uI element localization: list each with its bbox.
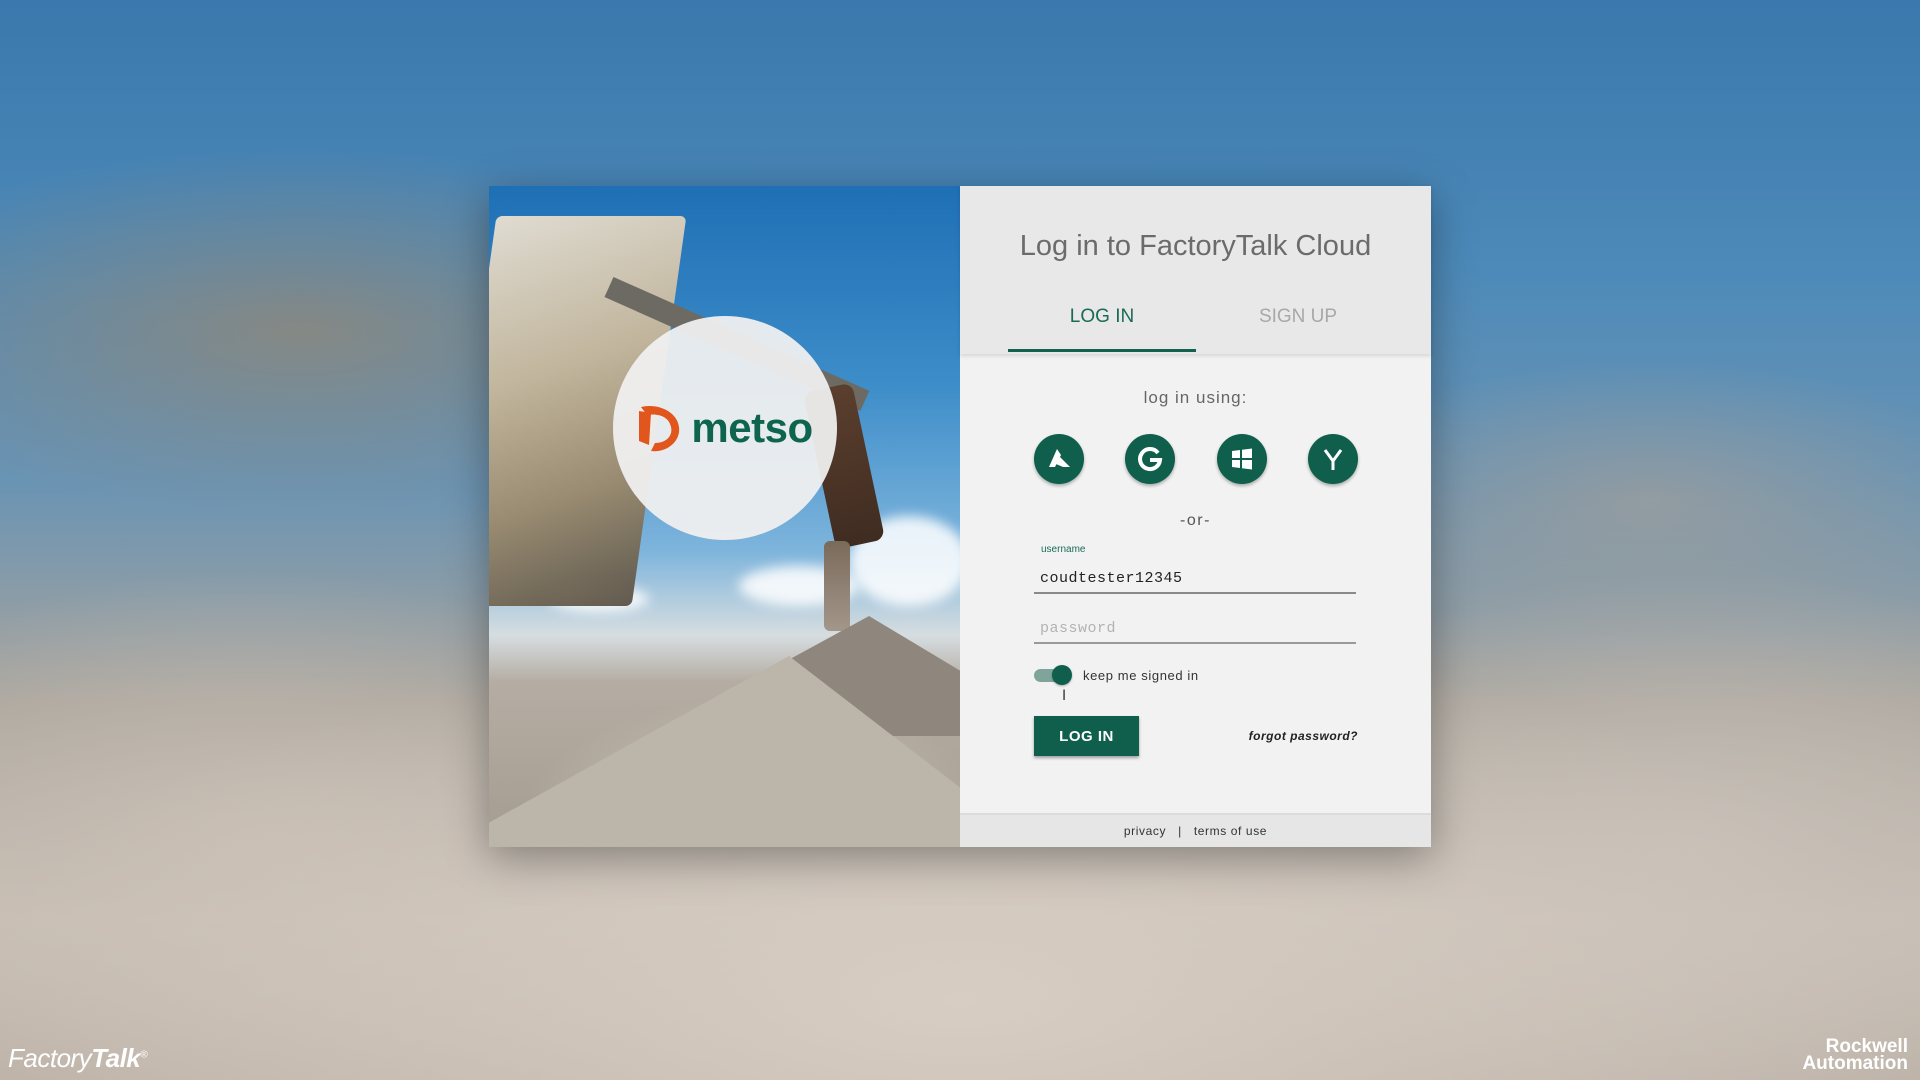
windows-login-button[interactable]: [1217, 434, 1267, 484]
metso-logo-text: metso: [691, 404, 813, 451]
google-icon: [1138, 447, 1163, 472]
or-divider: -or-: [1180, 512, 1211, 529]
footer-separator: |: [1178, 824, 1182, 838]
page-title: Log in to FactoryTalk Cloud: [1019, 230, 1372, 262]
privacy-link[interactable]: privacy: [1124, 824, 1166, 838]
password-field-group: [1034, 608, 1356, 650]
metso-logo: metso: [613, 316, 837, 540]
yammer-icon: [1323, 449, 1343, 470]
brand-automation: Automation: [1802, 1053, 1908, 1074]
username-field-group: username: [1034, 544, 1356, 596]
terms-of-use-link[interactable]: terms of use: [1194, 824, 1267, 838]
yammer-login-button[interactable]: [1308, 434, 1358, 484]
password-input[interactable]: [1034, 614, 1356, 644]
footer: privacy | terms of use: [960, 813, 1431, 847]
brand-registered: ®: [140, 1049, 148, 1061]
username-label: username: [1041, 544, 1086, 555]
login-using-label: log in using:: [1143, 388, 1248, 407]
tab-sign-up[interactable]: SIGN UP: [1204, 306, 1392, 328]
login-dialog: metso Log in to FactoryTalk Cloud LOG IN…: [489, 186, 1431, 847]
gravel-pile-front: [489, 656, 960, 847]
factorytalk-brand: FactoryTalk®: [8, 1043, 148, 1074]
keep-signed-in-label: keep me signed in: [1083, 668, 1199, 683]
active-tab-indicator: [1008, 349, 1196, 352]
panel-header: Log in to FactoryTalk Cloud LOG IN SIGN …: [960, 186, 1431, 354]
metso-logo-icon: [639, 405, 680, 452]
brand-factory: Factory: [8, 1043, 92, 1073]
rockwell-automation-brand: Rockwell Automation: [1802, 1037, 1908, 1074]
log-in-button[interactable]: LOG IN: [1034, 716, 1139, 756]
toggle-knob: [1052, 665, 1072, 685]
google-login-button[interactable]: [1125, 434, 1175, 484]
keep-signed-in-toggle[interactable]: [1034, 665, 1072, 685]
azure-login-button[interactable]: [1034, 434, 1084, 484]
login-panel: Log in to FactoryTalk Cloud LOG IN SIGN …: [960, 186, 1431, 847]
text-cursor-icon: I: [1062, 688, 1067, 704]
hero-image: metso: [489, 186, 960, 847]
brand-talk: Talk: [91, 1043, 141, 1073]
username-input[interactable]: [1034, 564, 1356, 594]
forgot-password-link[interactable]: forgot password?: [1249, 729, 1358, 743]
azure-icon: [1049, 449, 1070, 467]
windows-icon: [1232, 448, 1252, 470]
tab-log-in[interactable]: LOG IN: [1008, 306, 1196, 328]
